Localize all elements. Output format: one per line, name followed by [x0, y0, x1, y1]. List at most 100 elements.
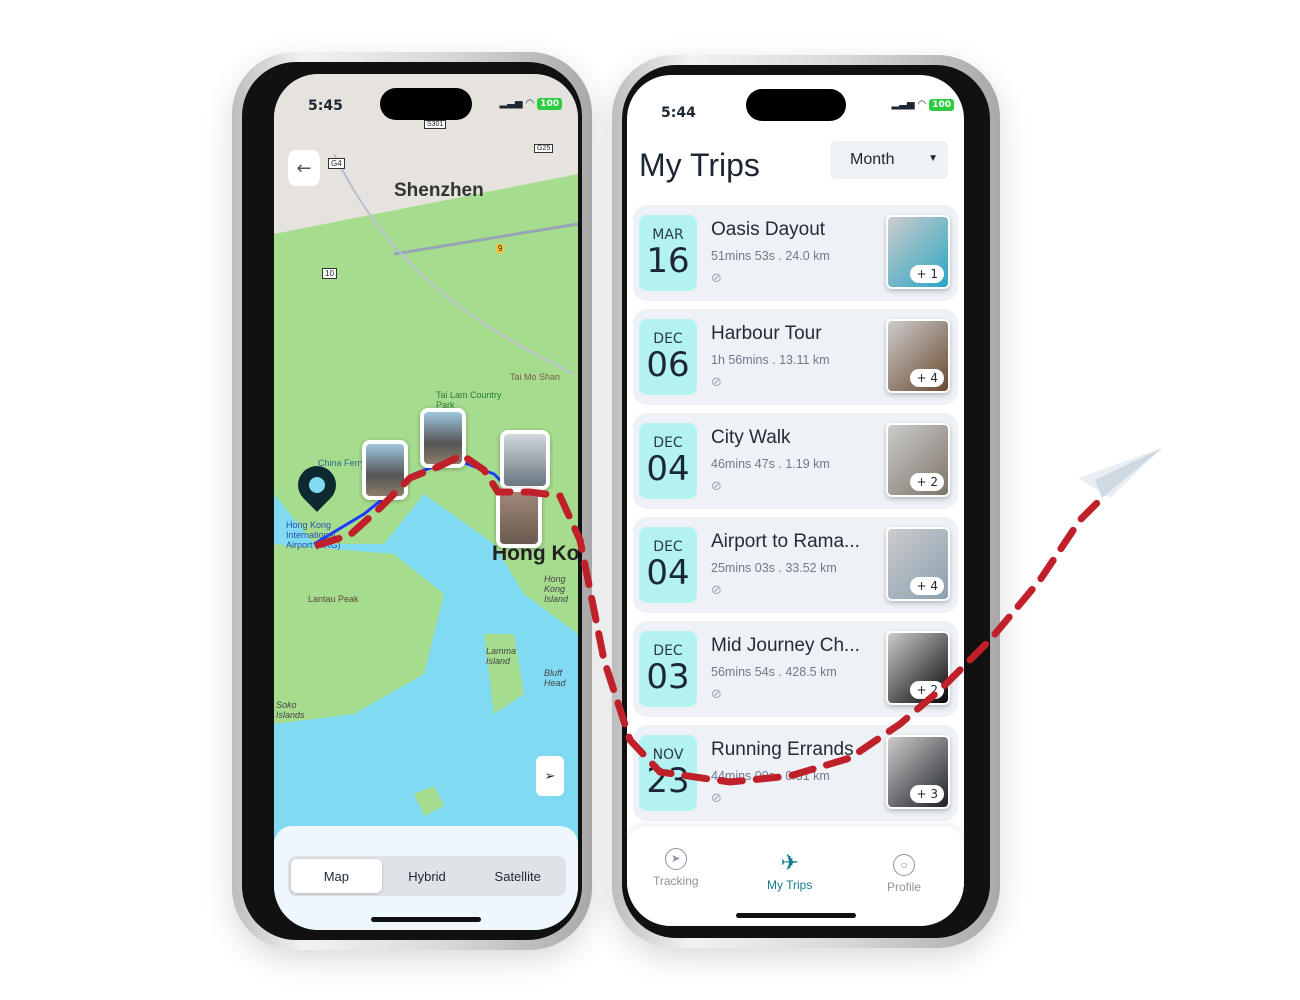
photo-marker[interactable] — [420, 408, 466, 468]
navigation-icon: ➤ — [664, 848, 687, 870]
trip-meta: 44mins 09s . 0.31 km — [711, 769, 830, 783]
road-g4: G4 — [328, 158, 345, 169]
trip-day: 06 — [646, 345, 690, 385]
trip-photo[interactable]: + 3 — [886, 735, 950, 809]
map-type-satellite[interactable]: Satellite — [472, 859, 563, 893]
tab-label: My Trips — [767, 878, 813, 892]
trip-card[interactable]: DEC 04 City Walk 46mins 47s . 1.19 km ⊘ +… — [633, 413, 958, 509]
trip-title: Airport to Rama... — [711, 531, 860, 552]
map-label-tai-lam: Tai Lam Country Park — [436, 390, 502, 410]
back-button[interactable]: ← — [288, 150, 320, 186]
user-icon: ○ — [893, 854, 915, 876]
paper-plane-icon — [1078, 448, 1162, 498]
trip-meta: 1h 56mins . 13.11 km — [711, 353, 830, 367]
trip-photo[interactable]: + 2 — [886, 631, 950, 705]
road-10: 10 — [322, 268, 337, 279]
trip-day: 23 — [646, 761, 690, 801]
map-label-soko: Soko Islands — [276, 700, 305, 720]
trip-date: DEC 04 — [639, 423, 697, 499]
trip-card[interactable]: DEC 04 Airport to Rama... 25mins 03s . 33… — [633, 517, 958, 613]
recenter-button[interactable]: ➢ — [536, 756, 564, 796]
camera-off-icon: ⊘ — [711, 791, 722, 806]
caret-down-icon: ▼ — [928, 153, 938, 164]
extra-photos-badge: + 2 — [910, 681, 944, 699]
dynamic-island — [380, 88, 472, 120]
road-g25: G25 — [534, 144, 554, 153]
extra-photos-badge: + 4 — [910, 369, 944, 387]
trip-photo[interactable]: + 1 — [886, 215, 950, 289]
extra-photos-badge: + 4 — [910, 577, 944, 595]
trip-day: 16 — [646, 241, 690, 281]
status-time: 5:45 — [308, 98, 343, 114]
extra-photos-badge: + 3 — [910, 785, 944, 803]
photo-marker[interactable] — [362, 440, 408, 500]
trip-title: Harbour Tour — [711, 323, 822, 344]
status-time: 5:44 — [661, 105, 696, 121]
navigation-arrow-icon: ➢ — [544, 768, 556, 784]
page-title: My Trips — [639, 147, 760, 183]
trip-card[interactable]: NOV 23 Running Errands 44mins 09s . 0.31 … — [633, 725, 958, 821]
dynamic-island — [745, 89, 846, 121]
trip-card[interactable]: DEC 06 Harbour Tour 1h 56mins . 13.11 km … — [633, 309, 958, 405]
trip-card[interactable]: DEC 03 Mid Journey Ch... 56mins 54s . 428… — [633, 621, 958, 717]
map-type-hybrid[interactable]: Hybrid — [382, 859, 473, 893]
trip-meta: 46mins 47s . 1.19 km — [711, 457, 830, 471]
trip-date: DEC 06 — [639, 319, 697, 395]
tab-label: Profile — [887, 880, 922, 894]
status-icons: ▂▃▅ ◠ 100 — [499, 98, 562, 110]
trip-date: NOV 23 — [639, 735, 697, 811]
airplane-icon: ✈ — [780, 850, 799, 875]
home-indicator — [371, 917, 481, 922]
road-9: 9 — [496, 244, 505, 253]
map-type-map[interactable]: Map — [291, 859, 382, 893]
trip-photo[interactable]: + 4 — [886, 319, 950, 393]
month-filter-value: Month — [850, 151, 895, 168]
tab-my-trips[interactable]: ✈ My Trips — [767, 850, 812, 892]
trip-meta: 51mins 53s . 24.0 km — [711, 249, 830, 263]
map-label-lantau: Lantau Peak — [308, 594, 359, 604]
map-label-tai-mo-shan: Tai Mo Shan — [510, 372, 561, 382]
status-icons: ▂▃▅ ◠ 100 — [891, 99, 954, 111]
trip-title: City Walk — [711, 427, 791, 448]
map-type-segmented-control: Map Hybrid Satellite — [288, 856, 566, 896]
extra-photos-badge: + 2 — [910, 473, 944, 491]
trip-date: MAR 16 — [639, 215, 697, 291]
map-label-shenzhen: Shenzhen — [394, 180, 484, 201]
trips-phone: 5:44 ▂▃▅ ◠ 100 My Trips Month ▼ MAR 16 Oa… — [612, 55, 1000, 948]
trip-title: Mid Journey Ch... — [711, 635, 860, 656]
trip-date: DEC 04 — [639, 527, 697, 603]
map-label-hk-island: Hong Kong Island — [544, 574, 569, 604]
trip-title: Oasis Dayout — [711, 219, 826, 240]
road-s301: S301 — [424, 120, 447, 129]
photo-marker[interactable] — [496, 488, 542, 548]
trip-photo[interactable]: + 2 — [886, 423, 950, 497]
trip-photo[interactable]: + 4 — [886, 527, 950, 601]
photo-marker[interactable] — [500, 430, 550, 490]
camera-off-icon: ⊘ — [711, 687, 722, 702]
map-phone: 5:45 ▂▃▅ ◠ 100 ← Shenzhen Hong Kong Tai … — [232, 52, 592, 950]
camera-off-icon: ⊘ — [711, 479, 722, 494]
trip-day: 04 — [646, 449, 690, 489]
battery: 100 — [537, 98, 562, 110]
camera-off-icon: ⊘ — [711, 375, 722, 390]
map-label-airport: Hong Kong International Airport (HKG) — [286, 520, 341, 550]
map-screen: 5:45 ▂▃▅ ◠ 100 ← Shenzhen Hong Kong Tai … — [274, 74, 578, 930]
map-label-bluff: Bluff Head — [544, 668, 566, 688]
trip-card[interactable]: MAR 16 Oasis Dayout 51mins 53s . 24.0 km … — [633, 205, 958, 301]
trip-title: Running Errands — [711, 739, 854, 760]
camera-off-icon: ⊘ — [711, 271, 722, 286]
home-indicator — [735, 913, 856, 918]
trip-meta: 25mins 03s . 33.52 km — [711, 561, 837, 575]
arrow-left-icon: ← — [296, 157, 312, 179]
tab-label: Tracking — [653, 874, 699, 888]
tab-tracking[interactable]: ➤ Tracking — [653, 848, 699, 888]
trip-day: 03 — [646, 657, 690, 697]
map-bottom-panel: Map Hybrid Satellite — [274, 826, 578, 930]
extra-photos-badge: + 1 — [910, 265, 944, 283]
camera-off-icon: ⊘ — [711, 583, 722, 598]
trip-day: 04 — [646, 553, 690, 593]
bottom-tab-bar: ➤ Tracking ✈ My Trips ○ Profile — [627, 826, 964, 926]
map-label-lamma: Lamma Island — [486, 646, 517, 666]
month-filter-dropdown[interactable]: Month ▼ — [830, 141, 948, 179]
tab-profile[interactable]: ○ Profile — [887, 854, 921, 894]
